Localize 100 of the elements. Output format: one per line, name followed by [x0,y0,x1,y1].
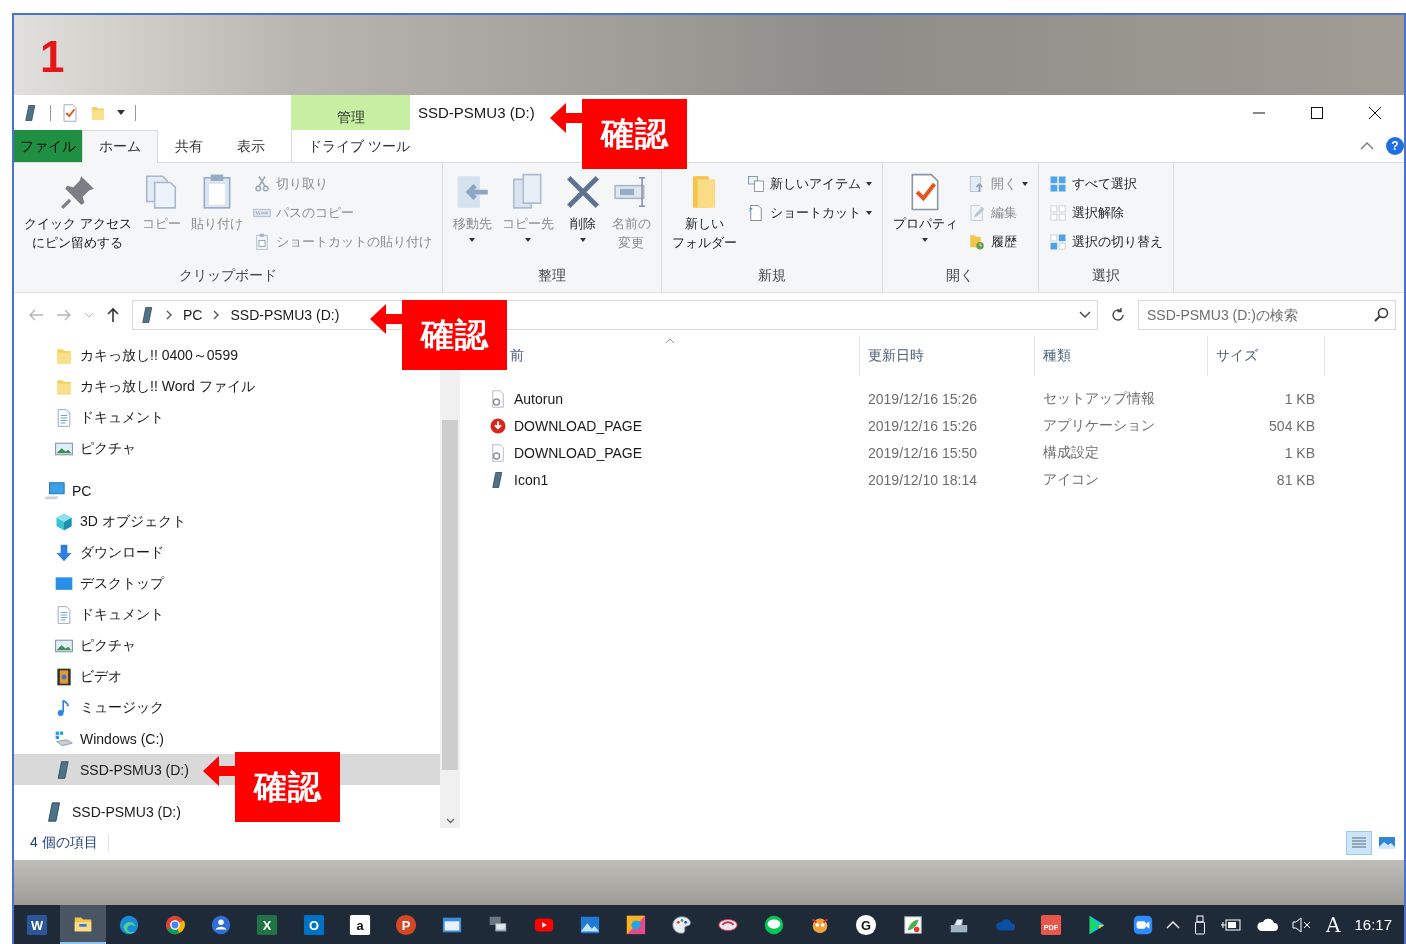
ribbon-button[interactable]: プロパティ [888,171,962,244]
caret-icon [524,237,531,242]
file-type: アイコン [1042,470,1100,489]
item-count: 4 個の項目 [30,834,109,852]
chevron-down-icon[interactable] [1079,310,1091,319]
nav-item[interactable]: ピクチャ [54,630,136,661]
context-tab-header: 管理 [291,95,410,130]
taskbar-button[interactable]: a [336,905,383,944]
input-mode-indicator[interactable]: A [1326,912,1341,937]
callout-label: 確認 [235,752,340,822]
battery-plug-icon[interactable] [1220,917,1242,932]
pin-icon [58,173,97,211]
scissors-icon [252,174,271,193]
browser-ball-icon [164,913,187,936]
edit-icon [967,203,986,222]
scrollbar-thumb[interactable] [442,420,458,770]
letter-tile-icon: a [348,913,371,936]
globe-wave-icon [118,913,141,936]
file-name[interactable]: Autorun [514,390,564,407]
nav-item[interactable]: ピクチャ [54,433,136,464]
ribbon-tab[interactable]: 表示 [220,130,282,162]
palette-icon [671,913,694,936]
search-input[interactable]: SSD-PSMU3 (D:)の検索 [1145,305,1373,324]
chevron-right-icon [213,309,220,320]
file-name[interactable]: DOWNLOAD_PAGE [514,444,643,461]
column-header[interactable]: 更新日時 [868,347,924,365]
volume-muted-icon[interactable] [1292,916,1312,933]
group-label: 選択 [1090,266,1121,285]
breadcrumb[interactable]: SSD-PSMU3 (D:) [228,306,342,323]
taskbar-button[interactable]: O [290,905,337,944]
column-header[interactable]: 前 [510,347,524,365]
letter-circle-icon: P [394,913,417,936]
letter-tile-icon: PDF [1039,913,1062,936]
modified-date: 2019/12/16 15:26 [867,417,978,434]
refresh-button[interactable] [1110,306,1126,323]
ribbon-button[interactable]: 新しいアイテム [742,171,876,196]
breadcrumb[interactable]: PC [181,306,205,323]
clock[interactable]: 16:17 [1354,916,1392,933]
group-label: 整理 [536,266,567,285]
file-type: セットアップ情報 [1042,389,1156,408]
nav-item[interactable]: カキっ放し!! Word ファイル [54,371,255,402]
usb-drive-icon[interactable] [1194,914,1206,935]
file-size: 504 KB [1268,417,1316,434]
taskbar-button[interactable]: G [843,905,890,944]
nav-item[interactable]: 3D オブジェクト [54,506,186,537]
taskbar-button[interactable]: X [244,905,291,944]
nav-item[interactable]: ビデオ [54,661,122,692]
nav-item[interactable]: ミュージック [54,692,164,723]
taskbar-button[interactable] [60,905,107,944]
ribbon-button[interactable]: ショートカット [742,200,876,225]
ribbon-button[interactable]: クイック アクセス にピン留めする [20,171,136,255]
cloud-icon[interactable] [1256,917,1278,932]
file-name[interactable]: Icon1 [514,471,549,488]
film-icon [54,666,74,687]
nav-item[interactable]: PC [44,475,92,506]
callout-arrow [370,304,404,334]
ribbon-tab[interactable]: 共有 [158,130,220,162]
group-label: クリップボード [177,266,278,285]
modified-date: 2019/12/16 15:50 [867,444,978,461]
maximize-icon [1310,105,1324,120]
color-square-icon [625,913,648,936]
ribbon-tab[interactable]: ドライブ ツール [291,130,410,162]
taskbar-button[interactable]: P [382,905,429,944]
caret-icon [579,237,586,242]
taskbar-button[interactable]: PDF [1027,905,1074,944]
ribbon-button[interactable]: 選択解除 [1044,200,1167,225]
column-header[interactable]: 種類 [1043,347,1071,365]
nav-item[interactable]: Windows (C:) [54,723,164,754]
nav-item[interactable]: ダウンロード [54,537,164,568]
file-name[interactable]: DOWNLOAD_PAGE [514,417,643,434]
nav-item[interactable]: ドキュメント [54,402,164,433]
nav-item[interactable]: カキっ放し!! 0400～0599 [54,340,238,371]
caret-icon[interactable] [117,110,125,115]
close-icon [1368,105,1382,120]
ribbon-button[interactable]: 削除 [559,171,606,244]
help-button[interactable]: ? [1386,137,1404,155]
callout-arrow [550,103,584,133]
file-size: 81 KB [1275,471,1316,488]
scroll-down-icon[interactable] [446,818,455,824]
invert-selection-icon [1048,232,1067,251]
ribbon-tab[interactable]: ホーム [82,130,158,163]
caret-icon [865,181,872,186]
search-field[interactable]: SSD-PSMU3 (D:)の検索 [1138,299,1396,330]
ribbon-button[interactable]: 選択の切り替え [1044,229,1167,254]
modified-date: 2019/12/10 18:14 [867,471,978,488]
group-label: 新規 [756,266,787,285]
nav-item[interactable]: SSD-PSMU3 (D:) [44,796,181,827]
ribbon-tab[interactable]: ファイル [14,130,82,162]
column-header[interactable]: サイズ [1216,347,1258,365]
callout-label: 確認 [402,300,507,370]
settings-file-icon [489,389,507,408]
nav-item[interactable]: デスクトップ [54,568,164,599]
caret-icon [922,237,929,242]
ribbon-button[interactable]: 新しい フォルダー [667,171,741,255]
ribbon-button[interactable]: 履歴 [963,229,1032,254]
taskbar-button[interactable]: W [14,905,61,944]
up-button[interactable] [106,306,120,323]
ribbon-button[interactable]: すべて選択 [1044,171,1167,196]
letter-tile-icon: X [256,913,279,936]
nav-item[interactable]: ドキュメント [54,599,164,630]
